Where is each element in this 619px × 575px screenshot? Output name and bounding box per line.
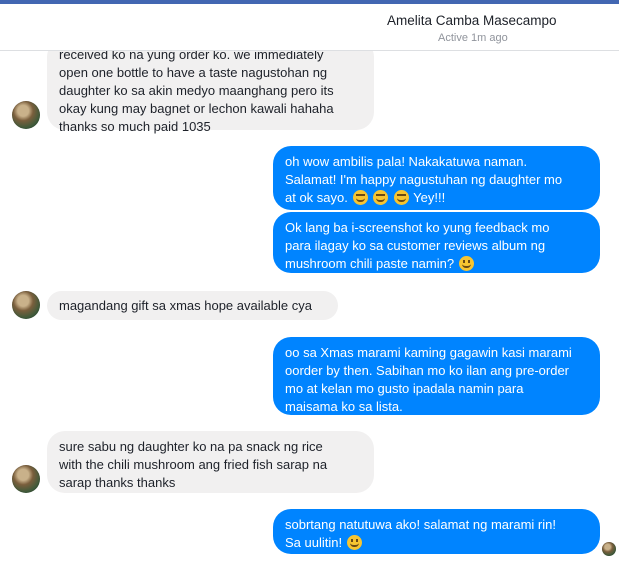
contact-avatar[interactable]	[12, 465, 40, 493]
blushing-emoji	[346, 535, 362, 550]
contact-avatar[interactable]	[12, 101, 40, 129]
message-line: mushroom chili paste namin?	[285, 255, 588, 273]
message-text: mushroom chili paste namin?	[285, 256, 455, 271]
message-list[interactable]: received ko na yung order ko. we immedia…	[0, 51, 619, 575]
outgoing-message: oo sa Xmas marami kaming gagawin kasi ma…	[273, 337, 600, 415]
message-line: sure sabu ng daughter ko na pa snack ng …	[59, 439, 323, 454]
message-line: Ok lang ba i-screenshot ko yung feedback…	[285, 220, 550, 235]
seen-receipt-avatar	[602, 542, 616, 556]
message-line: maisama ko sa lista.	[285, 399, 403, 414]
contact-name[interactable]: Amelita Camba Masecampo	[387, 13, 557, 28]
message-line: sarap thanks thanks	[59, 475, 176, 490]
message-text: Yey!!!	[413, 190, 446, 205]
message-line: at ok sayo. Yey!!!	[285, 189, 588, 207]
outgoing-message: sobrtang natutuwa ako! salamat ng marami…	[273, 509, 600, 554]
grinning-emoji	[373, 190, 389, 205]
incoming-message: magandang gift sa xmas hope available cy…	[47, 291, 338, 320]
message-line: oo sa Xmas marami kaming gagawin kasi ma…	[285, 345, 572, 360]
message-line: received ko na yung order ko. we immedia…	[59, 51, 324, 62]
message-line: sobrtang natutuwa ako! salamat ng marami…	[285, 517, 556, 532]
incoming-message: received ko na yung order ko. we immedia…	[47, 51, 374, 134]
message-line: okay kung may bagnet or lechon kawali ha…	[59, 101, 334, 116]
outgoing-message: oh wow ambilis pala! Nakakatuwa naman. S…	[273, 146, 600, 210]
message-line: Salamat! I'm happy nagustuhan ng daughte…	[285, 172, 563, 187]
grinning-emoji	[352, 190, 368, 205]
message-line: oh wow ambilis pala! Nakakatuwa naman.	[285, 154, 528, 169]
message-text: Sa uulitin!	[285, 535, 343, 550]
message-line: thanks so much paid 1035	[59, 119, 211, 134]
message-line: para ilagay ko sa customer reviews album…	[285, 238, 546, 253]
smiling-emoji	[458, 256, 474, 271]
active-status: Active 1m ago	[438, 32, 508, 44]
message-line: with the chili mushroom ang fried fish s…	[59, 457, 328, 472]
incoming-message: sure sabu ng daughter ko na pa snack ng …	[47, 431, 374, 493]
message-line: Sa uulitin!	[285, 534, 588, 552]
message-line: magandang gift sa xmas hope available cy…	[59, 298, 312, 313]
message-line: mo at kelan mo gusto ipadala namin para	[285, 381, 524, 396]
message-text: at ok sayo.	[285, 190, 348, 205]
message-line: daughter ko sa akin medyo maanghang pero…	[59, 83, 334, 98]
message-line: oorder by then. Sabihan mo ko ilan ang p…	[285, 363, 570, 378]
outgoing-message: Ok lang ba i-screenshot ko yung feedback…	[273, 212, 600, 273]
message-line: open one bottle to have a taste nagustoh…	[59, 65, 328, 80]
grinning-emoji	[393, 190, 409, 205]
contact-avatar[interactable]	[12, 291, 40, 319]
chat-header: Amelita Camba Masecampo Active 1m ago	[0, 4, 619, 51]
